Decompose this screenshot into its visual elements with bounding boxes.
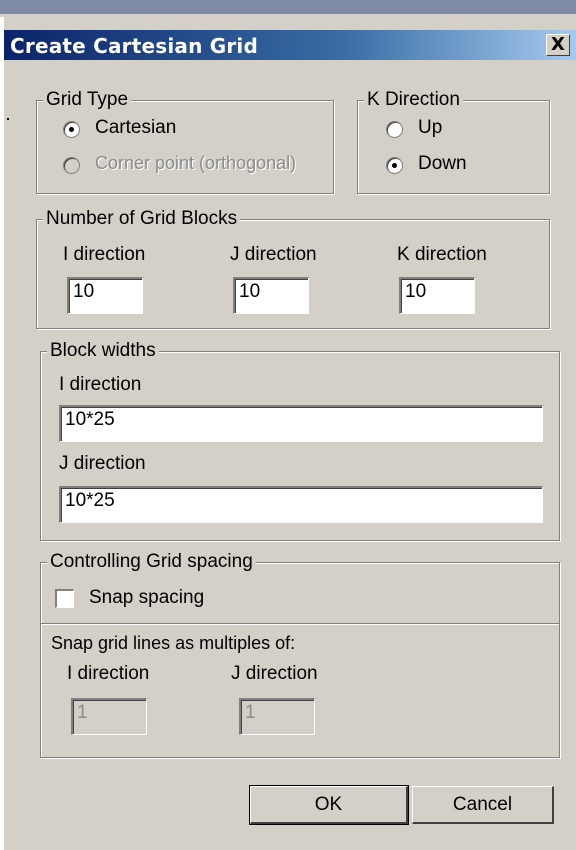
down-label: Down bbox=[418, 153, 467, 174]
grid-blocks-k-input[interactable]: 10 bbox=[399, 277, 475, 314]
k-direction-group: K Direction Up Down bbox=[357, 89, 550, 194]
snap-spacing-label: Snap spacing bbox=[89, 587, 205, 608]
spacing-j-input[interactable]: 1 bbox=[239, 698, 315, 735]
grid-blocks-j-input[interactable]: 10 bbox=[233, 277, 309, 314]
grid-spacing-group: Controlling Grid spacing Snap spacing Sn… bbox=[40, 551, 560, 758]
grid-blocks-i-input[interactable]: 10 bbox=[67, 277, 143, 314]
grid-blocks-group: Number of Grid Blocks I direction 10 J d… bbox=[36, 208, 550, 329]
cancel-button[interactable]: Cancel bbox=[412, 786, 554, 824]
dialog-left-edge bbox=[0, 17, 4, 850]
close-icon: X bbox=[551, 34, 565, 55]
grid-blocks-j-label: J direction bbox=[230, 244, 317, 265]
background-window-strip bbox=[0, 0, 576, 14]
radio-up[interactable] bbox=[386, 121, 403, 138]
grid-type-group: Grid Type Cartesian Corner point (orthog… bbox=[36, 89, 334, 194]
grid-blocks-k-label: K direction bbox=[397, 244, 487, 265]
grid-blocks-legend: Number of Grid Blocks bbox=[43, 208, 241, 230]
block-widths-group: Block widths I direction 10*25 J directi… bbox=[40, 340, 560, 541]
background-window-border bbox=[0, 14, 576, 17]
title-bar[interactable]: Create Cartesian Grid X bbox=[4, 30, 576, 60]
close-button[interactable]: X bbox=[546, 34, 570, 56]
grid-blocks-i-label: I direction bbox=[63, 244, 146, 265]
corner-point-label: Corner point (orthogonal) bbox=[95, 153, 297, 173]
block-widths-i-input[interactable]: 10*25 bbox=[59, 405, 543, 442]
radio-cartesian[interactable] bbox=[63, 121, 80, 138]
k-direction-legend: K Direction bbox=[364, 89, 463, 111]
spacing-i-label: I direction bbox=[67, 663, 150, 684]
block-widths-j-input[interactable]: 10*25 bbox=[59, 486, 543, 523]
grid-spacing-legend: Controlling Grid spacing bbox=[47, 551, 256, 573]
up-label: Up bbox=[418, 117, 443, 138]
radio-down[interactable] bbox=[386, 157, 403, 174]
radio-corner-point[interactable] bbox=[63, 157, 80, 174]
spacing-separator bbox=[41, 623, 559, 625]
window-title: Create Cartesian Grid bbox=[10, 34, 258, 58]
cartesian-label: Cartesian bbox=[95, 117, 177, 138]
ok-button[interactable]: OK bbox=[249, 785, 409, 825]
stray-mark bbox=[7, 118, 9, 120]
snap-spacing-checkbox[interactable] bbox=[55, 589, 74, 608]
spacing-i-input[interactable]: 1 bbox=[71, 698, 147, 735]
spacing-j-label: J direction bbox=[231, 663, 318, 684]
block-widths-j-label: J direction bbox=[59, 453, 146, 474]
block-widths-legend: Block widths bbox=[47, 340, 159, 362]
grid-type-legend: Grid Type bbox=[43, 89, 132, 111]
snap-multiples-label: Snap grid lines as multiples of: bbox=[51, 633, 296, 653]
block-widths-i-label: I direction bbox=[59, 374, 142, 395]
